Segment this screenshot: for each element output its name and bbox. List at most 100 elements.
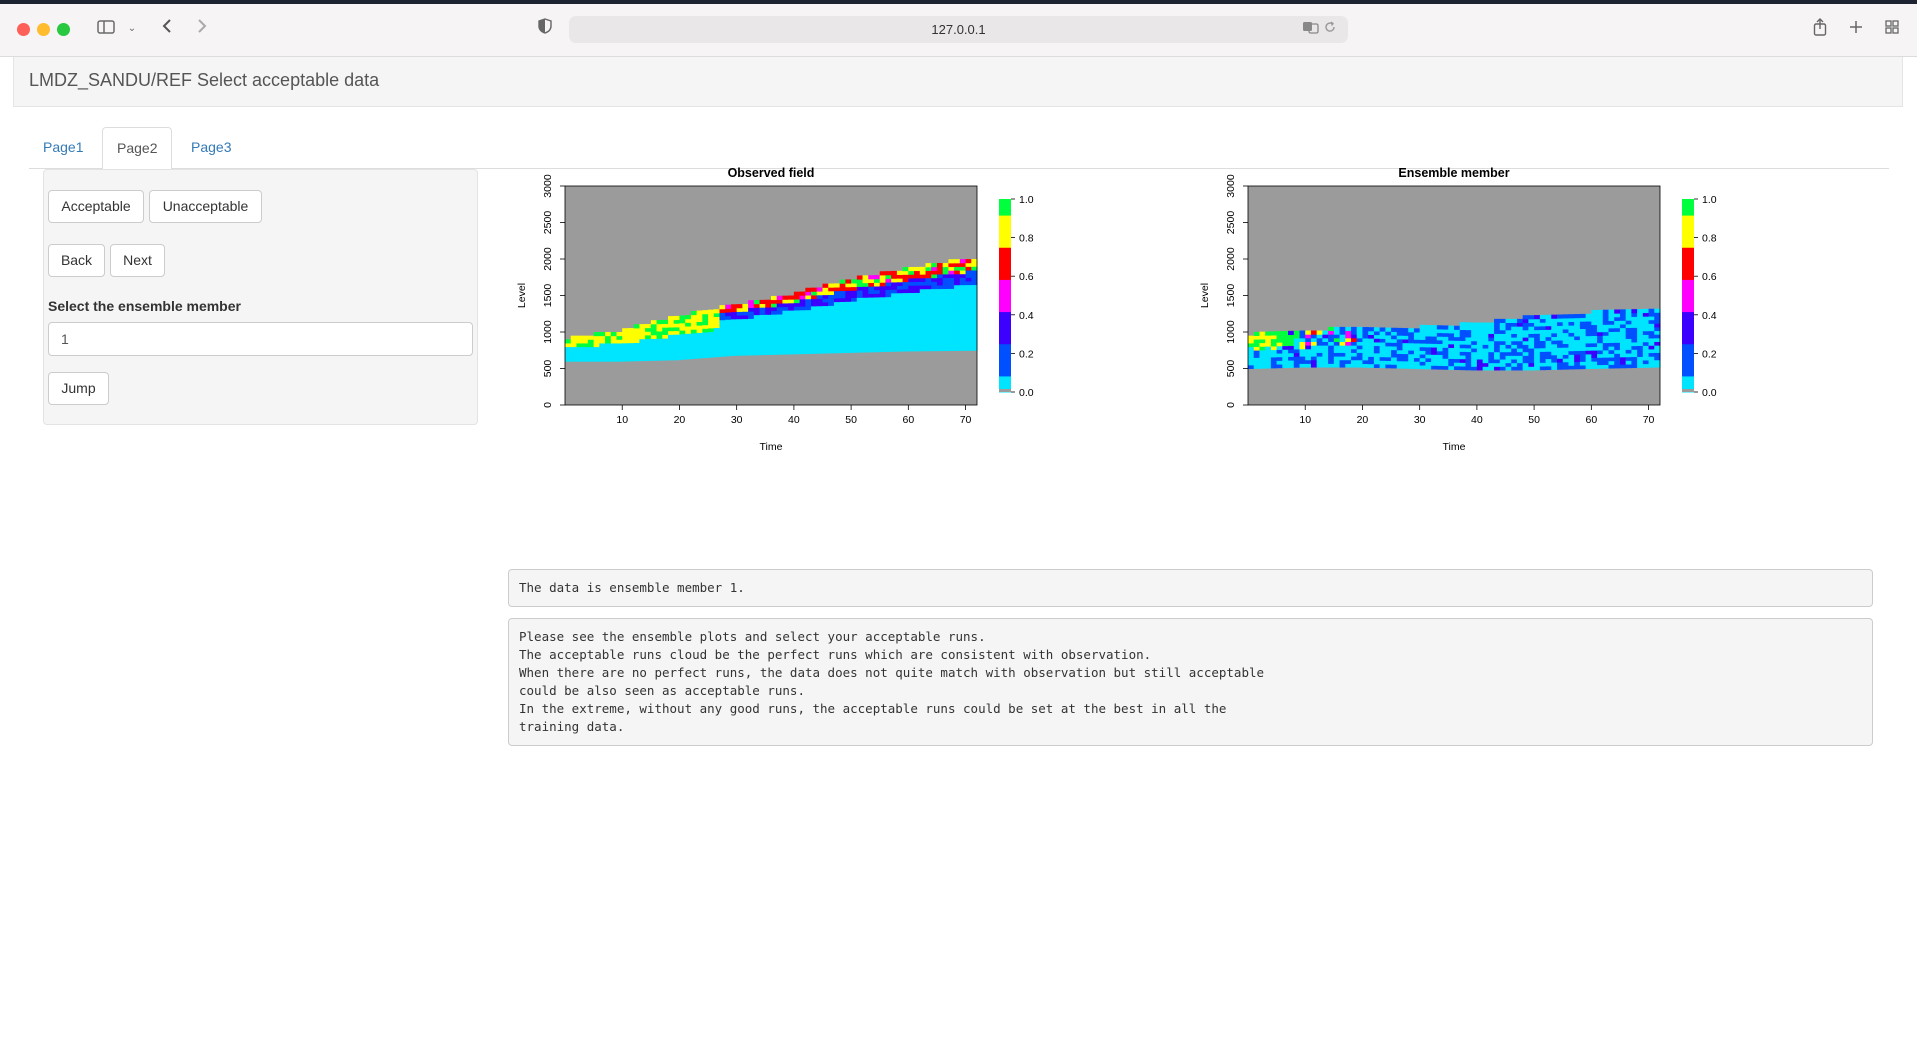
heatmap-cell <box>1597 342 1604 347</box>
close-window-button[interactable] <box>17 23 30 36</box>
heatmap-cell <box>1436 354 1444 359</box>
heatmap-cell <box>816 305 823 310</box>
new-tab-icon[interactable] <box>1846 18 1866 40</box>
tab-overview-icon[interactable] <box>1882 18 1902 40</box>
heatmap-cell <box>1471 344 1478 349</box>
chevron-down-icon[interactable]: ⌄ <box>125 18 139 40</box>
heatmap-cell <box>748 311 755 316</box>
heatmap-cell <box>1396 364 1403 369</box>
minimize-window-button[interactable] <box>37 23 50 36</box>
heatmap-cell <box>1614 327 1621 332</box>
heatmap-cell <box>822 338 829 343</box>
heatmap-cell <box>816 338 823 343</box>
heatmap-cell <box>1362 345 1369 350</box>
share-icon[interactable] <box>1810 18 1830 40</box>
heatmap-cell <box>736 307 743 312</box>
heatmap-cell <box>570 342 577 348</box>
heatmap-cell <box>1413 361 1421 366</box>
colorbar-segment <box>1682 334 1694 338</box>
heatmap-cell <box>1459 325 1466 331</box>
forward-arrow-icon[interactable] <box>193 18 211 40</box>
heatmap-cell <box>645 342 652 347</box>
heatmap-cell <box>1585 328 1592 333</box>
heatmap-cell <box>1413 332 1421 337</box>
heatmap-cell <box>1431 361 1438 366</box>
address-bar[interactable]: 127.0.0.1 <box>569 16 1348 43</box>
reload-icon[interactable] <box>1324 20 1340 38</box>
heatmap-cell <box>793 291 801 296</box>
heatmap-cell <box>696 317 703 322</box>
back-arrow-icon[interactable] <box>158 18 176 40</box>
heatmap-cell <box>1545 343 1552 349</box>
jump-button[interactable]: Jump <box>48 372 109 405</box>
heatmap-cell <box>1265 357 1272 362</box>
heatmap-cell <box>902 296 909 301</box>
heatmap-cell <box>868 319 875 324</box>
heatmap-cell <box>1597 357 1604 362</box>
tab-page2[interactable]: Page2 <box>102 127 173 170</box>
heatmap-cell <box>936 336 944 341</box>
heatmap-cell <box>816 309 823 314</box>
heatmap-cell <box>1602 349 1609 355</box>
heatmap-cell <box>1448 365 1455 370</box>
heatmap-cell <box>833 287 841 292</box>
heatmap-cell <box>679 341 686 346</box>
heatmap-cell <box>919 277 926 282</box>
heatmap-cell <box>1328 330 1335 335</box>
heatmap-cell <box>610 353 617 359</box>
heatmap-cell <box>1362 356 1369 361</box>
unacceptable-button[interactable]: Unacceptable <box>149 190 262 223</box>
heatmap-cell <box>730 333 738 338</box>
heatmap-cell <box>771 314 778 319</box>
heatmap-cell <box>765 317 772 323</box>
sidebar-icon[interactable] <box>95 18 117 40</box>
heatmap-cell <box>1654 359 1661 364</box>
heatmap-cell <box>1465 326 1472 331</box>
heatmap-cell <box>862 315 869 320</box>
heatmap-cell <box>851 304 858 309</box>
heatmap-cell <box>587 335 595 340</box>
heatmap-cell <box>1591 335 1598 340</box>
back-button[interactable]: Back <box>48 244 105 277</box>
heatmap-cell <box>1619 353 1627 358</box>
heatmap-cell <box>1293 345 1300 350</box>
heatmap-cell <box>811 342 818 347</box>
heatmap-cell <box>931 284 938 290</box>
zoom-window-button[interactable] <box>57 23 70 36</box>
heatmap-cell <box>891 289 898 294</box>
heatmap-cell <box>839 334 846 339</box>
heatmap-cell <box>1625 349 1632 354</box>
next-button[interactable]: Next <box>110 244 165 277</box>
heatmap-cell <box>971 262 978 267</box>
heatmap-cell <box>1528 359 1535 364</box>
colorbar-segment <box>1682 327 1694 332</box>
heatmap-cell <box>811 302 818 307</box>
heatmap-cell <box>730 322 738 327</box>
heatmap-cell <box>673 356 680 361</box>
heatmap-cell <box>1614 316 1621 321</box>
tab-page1[interactable]: Page1 <box>29 127 97 169</box>
heatmap-cell <box>1328 334 1335 339</box>
heatmap-cell <box>1471 322 1478 327</box>
heatmap-cell <box>948 259 955 264</box>
url-text[interactable]: 127.0.0.1 <box>569 16 1348 43</box>
acceptable-button[interactable]: Acceptable <box>48 190 144 223</box>
heatmap-cell <box>908 288 915 294</box>
heatmap-cell <box>1476 329 1484 334</box>
heatmap-cell <box>971 321 978 326</box>
shield-icon[interactable] <box>535 18 555 40</box>
translate-icon[interactable] <box>1302 20 1322 38</box>
colorbar-segment <box>999 227 1011 232</box>
heatmap-cell <box>936 303 944 308</box>
heatmap-cell <box>954 302 961 308</box>
heatmap-cell <box>896 274 904 279</box>
heatmap-cell <box>799 306 806 311</box>
tab-page3[interactable]: Page3 <box>177 127 245 169</box>
colorbar-segment <box>1682 208 1694 213</box>
colorbar-segment <box>999 266 1011 271</box>
heatmap-cell <box>805 338 812 344</box>
heatmap-cell <box>1351 334 1358 339</box>
ensemble-member-input[interactable]: 1 <box>48 322 473 356</box>
heatmap-cell <box>1259 338 1266 344</box>
heatmap-cell <box>914 285 921 290</box>
